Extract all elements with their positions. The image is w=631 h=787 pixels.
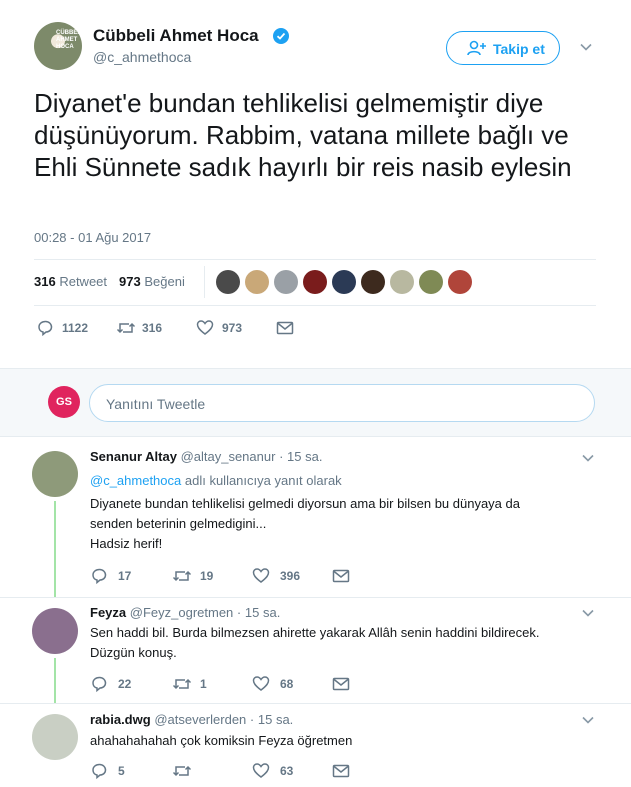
liker-avatar[interactable] — [419, 270, 443, 294]
reply-icon — [92, 763, 107, 780]
tweet-text: Diyanet'e bundan tehlikelisi gelmemiştir… — [34, 88, 572, 182]
reply-avatar[interactable] — [32, 608, 78, 654]
retweet-count: 19 — [200, 569, 214, 583]
liker-avatar[interactable] — [390, 270, 414, 294]
thread-line — [54, 658, 56, 703]
reply-text-line: Hadsiz herif! — [90, 536, 163, 551]
reply-text: Diyanete bundan tehlikelisi gelmedi diyo… — [90, 494, 590, 554]
retweet-label[interactable]: Retweet — [59, 274, 107, 289]
reply-text: Sen haddi bil. Burda bilmezsen ahirette … — [90, 623, 590, 663]
reply-text-line: Düzgün konuş. — [90, 645, 177, 660]
reply-header: rabia.dwg @atseverlerden · 15 sa. — [90, 712, 293, 727]
chevron-down-icon[interactable] — [581, 713, 595, 727]
reply-author-handle[interactable]: @atseverlerden — [154, 712, 246, 727]
reply-text-line: Sen haddi bil. Burda bilmezsen ahirette … — [90, 625, 540, 640]
reply-time[interactable]: 15 sa. — [258, 712, 293, 727]
reply-author-name[interactable]: Feyza — [90, 605, 126, 620]
heart-icon — [196, 320, 214, 335]
liker-avatar[interactable] — [274, 270, 298, 294]
retweet-icon — [116, 322, 136, 334]
follow-button[interactable]: Takip et — [446, 31, 560, 65]
reply-text: ahahahahahah çok komiksin Feyza öğretmen — [90, 731, 590, 751]
reply-tweet[interactable]: Feyza @Feyz_ogretmen · 15 sa. Sen haddi … — [0, 598, 631, 703]
reply-count: 1122 — [62, 321, 89, 335]
tweet-stats: 316 Retweet 973 Beğeni — [34, 274, 185, 289]
reply-count: 5 — [118, 764, 125, 778]
like-count: 63 — [280, 764, 294, 778]
chevron-down-icon[interactable] — [581, 606, 595, 620]
liker-avatar[interactable] — [448, 270, 472, 294]
like-count: 68 — [280, 677, 294, 691]
liker-avatar[interactable] — [245, 270, 269, 294]
reply-count: 22 — [118, 677, 132, 691]
retweet-icon — [172, 765, 192, 777]
envelope-icon — [276, 321, 294, 335]
retweet-count: 1 — [200, 677, 207, 691]
reply-to-text: adlı kullanıcıya yanıt olarak — [184, 473, 342, 488]
like-count: 396 — [280, 569, 301, 583]
heart-icon — [252, 676, 270, 691]
current-user-avatar-text: GS — [56, 396, 72, 408]
follow-label: Takip et — [493, 41, 545, 57]
envelope-icon — [332, 677, 350, 691]
avatar-logo-text: CÜBBELİ AHMET HOCA — [56, 30, 82, 50]
main-tweet: CÜBBELİ AHMET HOCA Cübbeli Ahmet Hoca @c… — [0, 0, 631, 368]
add-user-icon — [467, 40, 486, 56]
liker-avatar[interactable] — [361, 270, 385, 294]
reply-tweet[interactable]: rabia.dwg @atseverlerden · 15 sa. ahahah… — [0, 704, 631, 787]
author-handle[interactable]: @c_ahmethoca — [93, 49, 191, 65]
thread-line — [54, 501, 56, 597]
stats-divider — [204, 266, 205, 298]
envelope-icon — [332, 764, 350, 778]
replying-to: @c_ahmethoca adlı kullanıcıya yanıt olar… — [90, 473, 342, 488]
reply-icon — [92, 676, 107, 693]
reply-text-line: senden beterinin gelmedigini... — [90, 516, 267, 531]
like-label[interactable]: Beğeni — [144, 274, 184, 289]
reply-input[interactable]: Yanıtını Tweetle — [89, 384, 595, 422]
verified-badge-icon — [273, 28, 289, 44]
tweet-timestamp[interactable]: 00:28 - 01 Ağu 2017 — [34, 230, 151, 245]
dot-separator: · — [236, 605, 242, 620]
reply-author-handle[interactable]: @altay_senanur — [181, 449, 276, 464]
reply-time[interactable]: 15 sa. — [287, 449, 322, 464]
envelope-icon — [332, 569, 350, 583]
dot-separator: · — [249, 712, 255, 727]
author-avatar[interactable]: CÜBBELİ AHMET HOCA — [34, 22, 82, 70]
reply-author-handle[interactable]: @Feyz_ogretmen — [130, 605, 234, 620]
retweet-icon — [172, 570, 192, 582]
heart-icon — [252, 568, 270, 583]
heart-icon — [252, 763, 270, 778]
reply-avatar[interactable] — [32, 714, 78, 760]
reply-header: Senanur Altay @altay_senanur · 15 sa. — [90, 449, 322, 464]
reply-tweet[interactable]: Senanur Altay @altay_senanur · 15 sa. @c… — [0, 437, 631, 597]
retweet-count-action: 316 — [142, 321, 163, 335]
reply-text-line: ahahahahahah çok komiksin Feyza öğretmen — [90, 733, 353, 748]
reply-to-mention[interactable]: @c_ahmethoca — [90, 473, 181, 488]
retweet-icon — [172, 678, 192, 690]
reply-text-line: Diyanete bundan tehlikelisi gelmedi diyo… — [90, 496, 520, 511]
liker-avatar[interactable] — [303, 270, 327, 294]
reply-time[interactable]: 15 sa. — [245, 605, 280, 620]
dot-separator: · — [279, 449, 284, 464]
reply-composer: GS Yanıtını Tweetle — [0, 368, 631, 437]
chevron-down-icon[interactable] — [579, 40, 593, 54]
like-count-action: 973 — [222, 321, 243, 335]
reply-author-name[interactable]: rabia.dwg — [90, 712, 151, 727]
author-name[interactable]: Cübbeli Ahmet Hoca — [93, 26, 259, 46]
divider — [34, 259, 596, 260]
reply-avatar[interactable] — [32, 451, 78, 497]
reply-count: 17 — [118, 569, 132, 583]
current-user-avatar[interactable]: GS — [48, 386, 80, 418]
liker-avatar[interactable] — [332, 270, 356, 294]
reply-placeholder: Yanıtını Tweetle — [106, 396, 206, 412]
chevron-down-icon[interactable] — [581, 451, 595, 465]
divider — [34, 305, 596, 306]
liker-avatar[interactable] — [216, 270, 240, 294]
reply-author-name[interactable]: Senanur Altay — [90, 449, 177, 464]
reply-header: Feyza @Feyz_ogretmen · 15 sa. — [90, 605, 280, 620]
reply-icon — [92, 568, 107, 585]
like-count[interactable]: 973 — [119, 274, 141, 289]
retweet-count[interactable]: 316 — [34, 274, 56, 289]
reply-icon — [38, 320, 53, 337]
